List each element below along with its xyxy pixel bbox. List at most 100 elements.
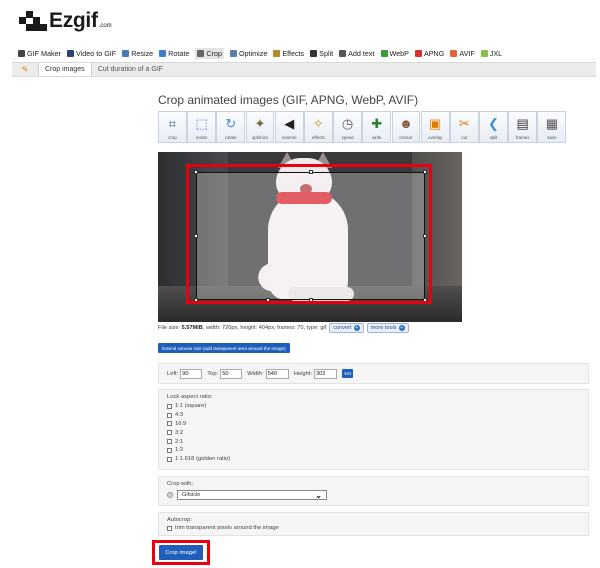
aspect-checkbox[interactable] (167, 421, 172, 427)
nav-item-label: Optimize (238, 49, 268, 58)
nav-item-add-text[interactable]: Add text (339, 49, 375, 58)
overlay-tool-icon: ▣ (428, 115, 442, 131)
tool-label: crop (168, 135, 177, 140)
more-tools-button[interactable]: more tools + (366, 323, 409, 333)
autocrop-panel: Autocrop: trim transparent pixels around… (158, 512, 589, 536)
nav-item-label: Effects (282, 49, 305, 58)
tab-cut-duration[interactable]: Cut duration of a GIF (90, 63, 169, 76)
crop-pencil-icon[interactable]: ✎ (12, 63, 38, 76)
tool-effects[interactable]: ✧ effects (303, 111, 333, 143)
tool-optimize[interactable]: ✦ optimize (245, 111, 275, 143)
jxl-icon (480, 50, 488, 57)
tool-split[interactable]: ❮ split (479, 111, 508, 143)
apng-icon (414, 50, 422, 57)
aspect-checkbox[interactable] (167, 430, 172, 436)
tool-rotate[interactable]: ↻ rotate (216, 111, 246, 143)
nav-item-label: Crop (206, 49, 222, 58)
tool-label: rotate (225, 135, 237, 140)
logo-suffix: .com (98, 23, 112, 29)
tool-overlay[interactable]: ▣ overlay (420, 111, 450, 143)
tool-frames[interactable]: ▤ frames (508, 111, 538, 143)
aspect-option[interactable]: 1:2 (167, 446, 580, 455)
aspect-option-label: 1:1 (square) (175, 403, 207, 410)
aspect-checkbox[interactable] (167, 439, 172, 445)
crop-tool-icon: ⌗ (168, 115, 177, 131)
top-input[interactable] (220, 368, 243, 379)
tool-write[interactable]: ✚ write (362, 111, 392, 143)
video-icon (66, 50, 74, 57)
set-button[interactable]: Set (342, 369, 354, 378)
nav-item-label: Add text (348, 49, 375, 58)
file-info: File size: 5.57MiB, width: 720px, height… (158, 323, 409, 333)
nav-item-label: APNG (423, 49, 445, 58)
height-input[interactable] (314, 368, 338, 379)
tool-speed[interactable]: ◷ speed (333, 111, 363, 143)
page-title: Crop animated images (GIF, APNG, WebP, A… (158, 93, 419, 107)
tool-crop[interactable]: ⌗ crop (158, 111, 187, 143)
rotate-tool-icon: ↻ (225, 115, 237, 131)
tool-label: reverse (281, 135, 297, 140)
trim-transparent-label: trim transparent pixels around the image (175, 525, 279, 531)
nav-item-split[interactable]: Split (310, 49, 333, 58)
crop-method-select[interactable]: Gifsicle ⌄ (177, 490, 327, 500)
aspect-option[interactable]: 1:1 (square) (167, 402, 580, 411)
nav-item-jxl[interactable]: JXL (480, 49, 502, 58)
extend-canvas-button[interactable]: Extend canvas size (add transparent area… (158, 343, 290, 353)
nav-item-avif[interactable]: AVIF (450, 49, 475, 58)
tool-cut[interactable]: ✂ cut (449, 111, 479, 143)
aspect-option-label: 1:2 (175, 447, 184, 454)
crop-with-radio[interactable] (167, 492, 173, 498)
tool-label: write (372, 135, 382, 140)
tool-label: save (547, 135, 557, 140)
resize-icon (122, 50, 130, 57)
optimize-tool-icon: ✦ (254, 115, 266, 131)
tool-label: overlay (428, 135, 443, 140)
aspect-option[interactable]: 1:1.618 (golden ratio) (167, 455, 580, 464)
nav-item-crop[interactable]: Crop (195, 48, 224, 59)
width-label: Width: (247, 370, 264, 377)
nav-item-webp[interactable]: WebP (380, 49, 409, 58)
autocrop-title: Autocrop: (167, 517, 192, 523)
tool-save[interactable]: ▦ save (537, 111, 567, 143)
plus-icon: + (398, 325, 405, 331)
tool-reverse[interactable]: ◀ reverse (274, 111, 304, 143)
nav-item-rotate[interactable]: Rotate (159, 49, 189, 58)
tab-crop-images[interactable]: Crop images (38, 63, 91, 76)
frames-tool-icon: ▤ (516, 115, 529, 131)
logo-text: Ezgif (49, 9, 98, 32)
nav-item-optimize[interactable]: Optimize (229, 49, 268, 58)
logo[interactable]: Ezgif .com (19, 9, 112, 32)
tool-resize[interactable]: ⬚ resize (187, 111, 217, 143)
split-icon (310, 50, 318, 57)
nav-item-video-to-gif[interactable]: Video to GIF (66, 49, 116, 58)
tool-toolbar: ⌗ crop ⬚ resize ↻ rotate ✦ optimize ◀ reverse ✧ eff… (158, 111, 567, 143)
aspect-option[interactable]: 3:2 (167, 428, 580, 437)
aspect-option[interactable]: 16:9 (167, 420, 580, 429)
nav-item-resize[interactable]: Resize (122, 49, 153, 58)
crop-with-panel: Crop with: Gifsicle ⌄ (158, 476, 589, 506)
reverse-tool-icon: ◀ (284, 115, 295, 131)
nav-item-apng[interactable]: APNG (414, 49, 445, 58)
nav-item-gif-maker[interactable]: GIF Maker (18, 49, 61, 58)
aspect-checkbox[interactable] (167, 456, 172, 462)
aspect-option[interactable]: 4:3 (167, 411, 580, 420)
crop-button-highlight: Crop image! (152, 540, 210, 565)
nav-item-effects[interactable]: Effects (273, 49, 304, 58)
censor-tool-icon: ☻ (399, 115, 413, 131)
split-tool-icon: ❮ (488, 115, 499, 131)
convert-label: convert (333, 325, 352, 331)
tool-label: effects (311, 135, 325, 140)
width-input[interactable] (265, 368, 289, 379)
left-input[interactable] (180, 368, 203, 379)
tool-label: optimize (251, 135, 269, 140)
rotate-icon (159, 50, 167, 57)
aspect-checkbox[interactable] (167, 447, 172, 453)
convert-button[interactable]: convert + (329, 323, 364, 333)
trim-transparent-checkbox[interactable] (167, 525, 172, 531)
aspect-option[interactable]: 2:1 (167, 437, 580, 446)
tool-censor[interactable]: ☻ censor (391, 111, 421, 143)
crop-image-button[interactable]: Crop image! (159, 545, 203, 560)
image-preview[interactable] (158, 152, 462, 322)
aspect-checkbox[interactable] (167, 403, 172, 409)
aspect-checkbox[interactable] (167, 412, 172, 418)
